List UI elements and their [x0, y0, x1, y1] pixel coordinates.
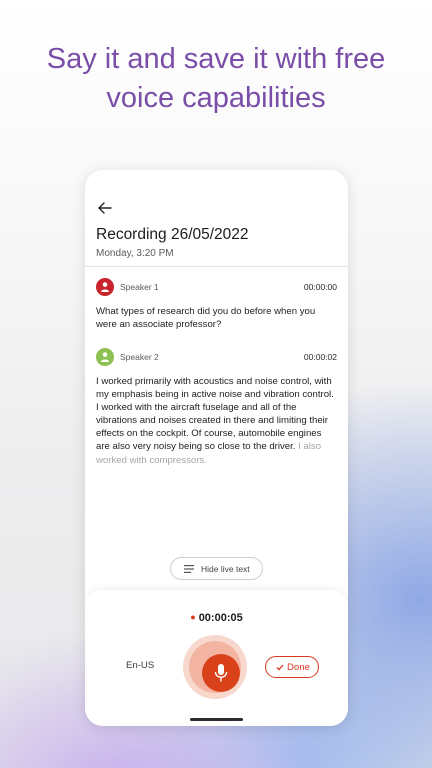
recording-subtitle: Monday, 3:20 PM [96, 248, 174, 259]
speaker-name: Speaker 2 [120, 352, 159, 362]
person-avatar-icon [96, 348, 114, 366]
hide-live-text-label: Hide live text [201, 564, 250, 574]
text-lines-icon [184, 565, 194, 573]
done-button[interactable]: Done [265, 656, 319, 678]
headline-line-2: voice capabilities [106, 82, 326, 114]
speaker-2-header: Speaker 2 00:00:02 [96, 348, 337, 366]
language-selector[interactable]: En-US [126, 660, 154, 671]
recording-timer: ● 00:00:05 [85, 612, 348, 624]
recording-title: Recording 26/05/2022 [96, 226, 249, 243]
recording-controls-panel: ● 00:00:05 En-US Done [85, 590, 348, 726]
speaker-name: Speaker 1 [120, 282, 159, 292]
phone-screen: Recording 26/05/2022 Monday, 3:20 PM Spe… [85, 170, 348, 726]
microphone-button[interactable] [183, 635, 247, 699]
hide-live-text-button[interactable]: Hide live text [170, 557, 263, 580]
headline-line-1: Say it and save it with free [46, 43, 386, 75]
transcript-text: I worked primarily with acoustics and no… [96, 375, 337, 467]
headline: Say it and save it with free voice capab… [0, 40, 432, 118]
home-indicator [190, 718, 243, 721]
speaker-timestamp: 00:00:00 [303, 282, 337, 292]
speaker-1-header: Speaker 1 00:00:00 [96, 278, 337, 296]
back-arrow-icon[interactable] [97, 200, 113, 216]
person-avatar-icon [96, 278, 114, 296]
checkmark-icon [276, 664, 284, 671]
divider [85, 266, 348, 267]
timer-value: 00:00:05 [198, 612, 243, 624]
transcript-text: What types of research did you do before… [96, 306, 316, 331]
speaker-timestamp: 00:00:02 [303, 352, 337, 362]
done-label: Done [287, 662, 310, 673]
recording-dot-icon: ● [190, 612, 196, 622]
microphone-icon [214, 664, 228, 682]
